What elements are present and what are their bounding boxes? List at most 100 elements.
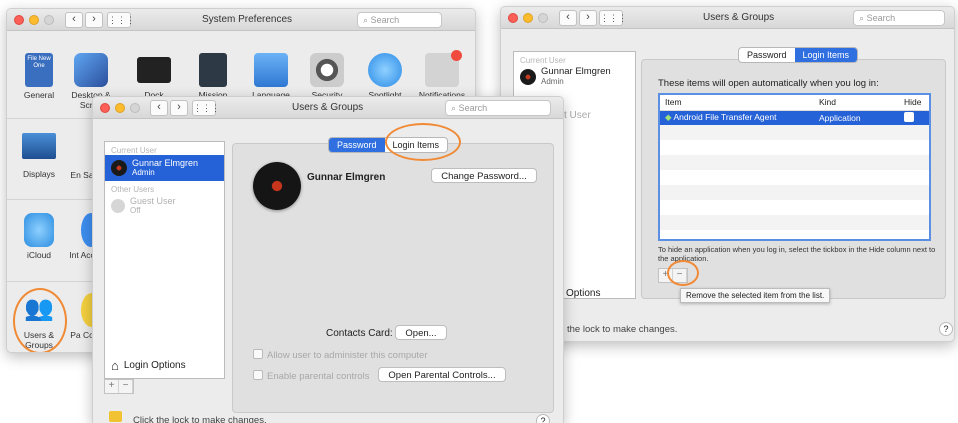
column-item[interactable]: Item bbox=[660, 95, 814, 111]
login-options-partial[interactable]: Options bbox=[566, 288, 600, 299]
close-button[interactable] bbox=[508, 13, 518, 23]
titlebar: ‹ › ⋮⋮⋮ Users & Groups ⌕ Search bbox=[501, 7, 954, 29]
pref-displays[interactable]: Displays bbox=[9, 133, 69, 179]
forward-button[interactable]: › bbox=[170, 100, 188, 116]
search-icon: ⌕ bbox=[859, 13, 865, 23]
guest-name: Guest User bbox=[130, 196, 176, 206]
pref-notifications[interactable]: Notifications bbox=[412, 50, 472, 100]
tab-password[interactable]: Password bbox=[739, 48, 795, 62]
hint-text: To hide an application when you log in, … bbox=[658, 245, 936, 263]
show-all-button[interactable]: ⋮⋮⋮ bbox=[192, 100, 220, 116]
guest-status: Off bbox=[130, 206, 141, 215]
parental-controls-label: Enable parental controls bbox=[267, 371, 370, 382]
parental-controls-checkbox[interactable] bbox=[253, 370, 263, 380]
login-items-table: Item Kind Hide ◆ Android File Transfer A… bbox=[658, 93, 931, 241]
guest-avatar-icon bbox=[111, 199, 125, 213]
tooltip: Remove the selected item from the list. bbox=[680, 288, 831, 303]
users-sidebar: Current User Gunnar Elmgren Admin Other U… bbox=[104, 141, 225, 379]
titlebar: ‹ › ⋮⋮⋮ Users & Groups ⌕ Search bbox=[93, 97, 563, 119]
lock-text: Click the lock to make changes. bbox=[133, 415, 267, 423]
pref-language[interactable]: Language bbox=[241, 53, 301, 100]
minimize-button[interactable] bbox=[523, 13, 533, 23]
open-parental-controls-button[interactable]: Open Parental Controls... bbox=[378, 367, 506, 382]
users-groups-login-items-window: ‹ › ⋮⋮⋮ Users & Groups ⌕ Search Current … bbox=[500, 6, 955, 342]
back-button[interactable]: ‹ bbox=[65, 12, 83, 28]
nav-buttons: ‹ › bbox=[559, 10, 597, 26]
tab-password[interactable]: Password bbox=[329, 138, 385, 152]
user-name: Gunnar Elmgren bbox=[132, 158, 199, 168]
pref-label: iCloud bbox=[26, 250, 52, 260]
language-icon bbox=[254, 53, 288, 87]
pref-general[interactable]: File New One General bbox=[9, 53, 69, 100]
search-placeholder: Search bbox=[866, 13, 896, 23]
add-button[interactable]: + bbox=[105, 380, 119, 393]
user-name: Gunnar Elmgren bbox=[541, 66, 611, 77]
pref-label: General bbox=[23, 90, 55, 100]
login-options-item[interactable]: ⌂ Login Options bbox=[111, 358, 186, 373]
allow-admin-row[interactable]: Allow user to administer this computer bbox=[253, 349, 428, 361]
allow-admin-checkbox[interactable] bbox=[253, 349, 263, 359]
contacts-open-button[interactable]: Open... bbox=[395, 325, 447, 340]
close-button[interactable] bbox=[100, 103, 110, 113]
parental-controls-row[interactable]: Enable parental controls bbox=[253, 370, 369, 382]
remove-button[interactable]: − bbox=[119, 380, 133, 393]
spotlight-icon bbox=[368, 53, 402, 87]
login-items-intro: These items will open automatically when… bbox=[658, 78, 879, 89]
lock-icon[interactable] bbox=[109, 411, 122, 422]
pref-dock[interactable]: Dock bbox=[124, 53, 184, 100]
zoom-button[interactable] bbox=[130, 103, 140, 113]
pref-label: Int Acc bbox=[69, 250, 95, 260]
help-button[interactable]: ? bbox=[939, 322, 953, 336]
pref-label: En Sa bbox=[70, 170, 94, 180]
close-button[interactable] bbox=[14, 15, 24, 25]
house-icon: ⌂ bbox=[111, 358, 119, 373]
forward-button[interactable]: › bbox=[85, 12, 103, 28]
help-button[interactable]: ? bbox=[536, 414, 550, 423]
show-all-button[interactable]: ⋮⋮⋮ bbox=[599, 10, 627, 26]
guest-user-item[interactable]: Guest User Off bbox=[105, 194, 224, 218]
user-role: Admin bbox=[541, 77, 564, 86]
pref-icloud[interactable]: iCloud bbox=[9, 213, 69, 260]
pref-spotlight[interactable]: Spotlight bbox=[355, 53, 415, 100]
lock-text: the lock to make changes. bbox=[567, 324, 678, 335]
search-field[interactable]: ⌕ Search bbox=[357, 12, 442, 28]
item-name: Android File Transfer Agent bbox=[673, 112, 777, 123]
zoom-button[interactable] bbox=[538, 13, 548, 23]
search-icon: ⌕ bbox=[363, 15, 369, 25]
user-avatar[interactable] bbox=[253, 162, 301, 210]
other-users-header: Other Users bbox=[111, 185, 155, 194]
minimize-button[interactable] bbox=[115, 103, 125, 113]
column-kind[interactable]: Kind bbox=[814, 95, 899, 111]
minimize-button[interactable] bbox=[29, 15, 39, 25]
avatar bbox=[111, 160, 127, 176]
column-hide[interactable]: Hide bbox=[899, 95, 929, 111]
hide-checkbox[interactable] bbox=[904, 112, 914, 123]
pref-security[interactable]: Security bbox=[297, 53, 357, 100]
table-row[interactable]: ◆ Android File Transfer Agent Applicatio… bbox=[660, 110, 929, 125]
general-icon: File New One bbox=[25, 53, 53, 87]
back-button[interactable]: ‹ bbox=[559, 10, 577, 26]
detail-pane: Password Login Items These items will op… bbox=[641, 47, 946, 303]
desktop-icon bbox=[74, 53, 108, 87]
current-user-header: Current User bbox=[111, 146, 157, 155]
search-placeholder: Search bbox=[370, 15, 400, 25]
search-field[interactable]: ⌕ Search bbox=[445, 100, 551, 116]
current-user-item[interactable]: Gunnar Elmgren Admin bbox=[514, 65, 635, 89]
avatar bbox=[520, 69, 536, 85]
current-user-item[interactable]: Gunnar Elmgren Admin bbox=[105, 155, 224, 181]
back-button[interactable]: ‹ bbox=[150, 100, 168, 116]
zoom-button[interactable] bbox=[44, 15, 54, 25]
forward-button[interactable]: › bbox=[579, 10, 597, 26]
tab-bar: Password Login Items bbox=[738, 47, 859, 63]
window-controls bbox=[14, 15, 54, 25]
titlebar: ‹ › ⋮⋮⋮ System Preferences ⌕ Search bbox=[7, 9, 475, 31]
users-content: Current User Gunnar Elmgren Admin st User… bbox=[501, 29, 954, 341]
displays-icon bbox=[22, 133, 56, 159]
highlight-circle bbox=[13, 288, 67, 352]
search-field[interactable]: ⌕ Search bbox=[853, 10, 945, 26]
tab-login-items[interactable]: Login Items bbox=[794, 48, 858, 62]
notifications-icon bbox=[425, 50, 462, 87]
change-password-button[interactable]: Change Password... bbox=[431, 168, 537, 183]
show-all-button[interactable]: ⋮⋮⋮ bbox=[107, 12, 135, 28]
pref-mission[interactable]: Mission bbox=[183, 53, 243, 100]
